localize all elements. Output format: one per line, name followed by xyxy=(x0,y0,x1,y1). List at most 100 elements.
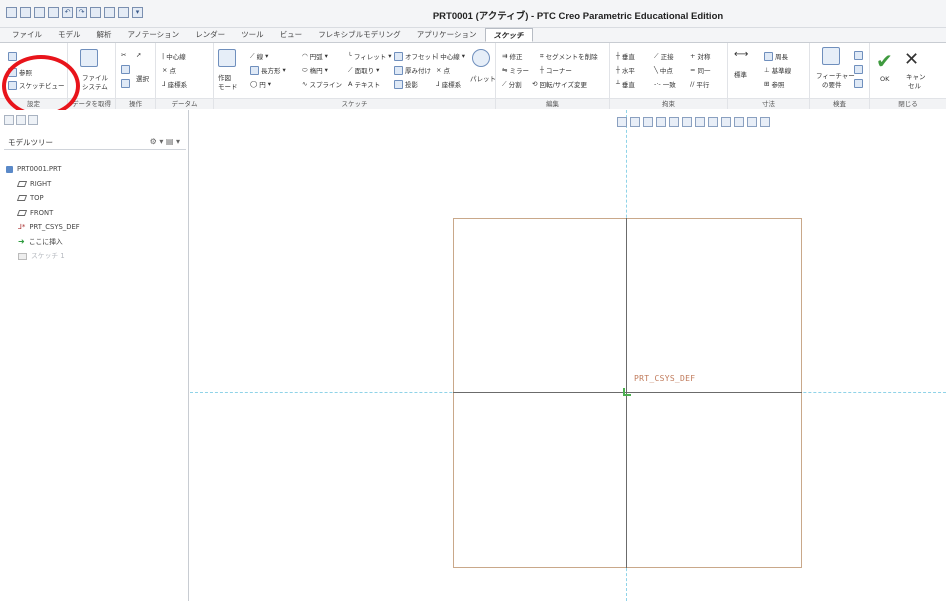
sketch-csys-button[interactable]: ⅃ 座標系 xyxy=(436,79,461,89)
select-button[interactable]: 選択 xyxy=(136,73,149,83)
baseline-button[interactable]: ⊥ 基準線 xyxy=(764,65,791,75)
favorites-tab-icon[interactable] xyxy=(28,115,38,125)
line-button[interactable]: ⟋ 線 ▾ xyxy=(250,51,268,62)
datum-csys-button[interactable]: ⅃ 座標系 xyxy=(162,79,187,89)
modify-button[interactable]: ⇉ 修正 xyxy=(502,51,522,61)
shade-closed-loops-icon[interactable] xyxy=(854,79,863,88)
model-tree: PRT0001.PRT RIGHT TOP FRONT ⅃* PRT_CSYS_D… xyxy=(6,162,80,264)
tab-flexible-modeling[interactable]: フレキシブルモデリング xyxy=(310,28,409,42)
spin-center-icon[interactable] xyxy=(734,117,744,127)
divide-icon: ⟋ xyxy=(502,79,507,88)
view-manager-icon[interactable] xyxy=(695,117,705,127)
palette-icon[interactable] xyxy=(472,49,490,67)
sketch-centerline-button[interactable]: | 中心線 ▾ xyxy=(436,51,465,61)
model-tree-tab-icon[interactable] xyxy=(4,115,14,125)
zoom-out-icon[interactable] xyxy=(643,117,653,127)
tree-item-csys[interactable]: ⅃* PRT_CSYS_DEF xyxy=(6,220,80,235)
highlight-open-ends-icon[interactable] xyxy=(854,65,863,74)
tree-settings-icon[interactable]: ⚙ ▾ ▤ ▾ xyxy=(150,137,180,146)
tab-annotate[interactable]: アノテーション xyxy=(120,28,188,42)
tab-model[interactable]: モデル xyxy=(50,28,89,42)
arc-button[interactable]: ◠ 円弧 ▾ xyxy=(302,51,328,61)
datum-point-button[interactable]: × 点 xyxy=(162,65,176,75)
perimeter-button[interactable]: 周長 xyxy=(764,51,788,61)
project-button[interactable]: 投影 xyxy=(394,79,418,89)
tree-item-insert-here[interactable]: ➜ ここに挿入 xyxy=(6,235,80,250)
divide-button[interactable]: ⟋ 分割 xyxy=(502,79,522,90)
modify-icon: ⇉ xyxy=(502,52,508,60)
ellipse-button[interactable]: ⬭ 楕円 ▾ xyxy=(302,65,328,76)
paste-icon[interactable] xyxy=(121,79,130,88)
sketch-view-orient-icon[interactable] xyxy=(760,117,770,127)
copy-icon[interactable] xyxy=(121,65,130,74)
construction-mode-icon[interactable] xyxy=(218,49,236,67)
midpoint-constraint-button[interactable]: ╲ 中点 xyxy=(654,65,673,75)
equal-constraint-button[interactable]: = 同一 xyxy=(690,65,710,75)
tree-item-front[interactable]: FRONT xyxy=(6,206,80,221)
offset-button[interactable]: オフセット xyxy=(394,51,438,61)
cancel-label-2[interactable]: セル xyxy=(908,80,921,90)
horizontal-constraint-button[interactable]: ┼ 水平 xyxy=(616,65,635,75)
palette-label[interactable]: パレット xyxy=(470,73,496,83)
tab-render[interactable]: レンダー xyxy=(187,28,233,42)
delete-segment-button[interactable]: ⌗ セグメントを削除 xyxy=(540,51,598,62)
cancel-x-icon[interactable]: ✕ xyxy=(904,49,919,70)
repaint-icon[interactable] xyxy=(656,117,666,127)
symmetric-constraint-button[interactable]: + 対称 xyxy=(690,51,710,61)
ok-button[interactable]: OK xyxy=(880,75,889,83)
tab-analysis[interactable]: 解析 xyxy=(89,28,120,42)
vertical-constraint-button[interactable]: ┼ 垂直 xyxy=(616,51,635,61)
text-button[interactable]: A テキスト xyxy=(348,79,380,89)
tree-item-sketch[interactable]: スケッチ 1 xyxy=(6,249,80,264)
rectangle-button[interactable]: 長方形 ▾ xyxy=(250,65,286,75)
zoom-in-icon[interactable] xyxy=(630,117,640,127)
select-arrow-icon[interactable]: ➚ xyxy=(136,51,141,59)
delete-segment-icon: ⌗ xyxy=(540,51,544,60)
sketch-setup-icon xyxy=(8,52,17,61)
overlapping-geometry-icon[interactable] xyxy=(854,51,863,60)
construction-mode-label-2[interactable]: モード xyxy=(218,81,238,91)
normal-dimension-button[interactable]: 標準 xyxy=(734,69,747,79)
thicken-button[interactable]: 厚み付け xyxy=(394,65,431,75)
group-constrain: ┼ 垂直 ⟋ 正接 + 対称 ┼ 水平 ╲ 中点 = 同一 ┴ 垂直 -·- 一致 //平行 拘… xyxy=(610,43,728,109)
refit-icon[interactable] xyxy=(617,117,627,127)
tab-tools[interactable]: ツール xyxy=(233,28,272,42)
ok-checkmark-icon[interactable]: ✔ xyxy=(876,49,893,73)
perpendicular-constraint-button[interactable]: ┴ 垂直 xyxy=(616,79,635,89)
file-system-icon[interactable] xyxy=(80,49,98,67)
annotation-display-icon[interactable] xyxy=(721,117,731,127)
tab-view[interactable]: ビュー xyxy=(272,28,311,42)
tangent-constraint-button[interactable]: ⟋ 正接 xyxy=(654,51,674,62)
tab-file[interactable]: ファイル xyxy=(4,28,50,42)
tab-applications[interactable]: アプリケーション xyxy=(409,28,485,42)
spline-button[interactable]: ∿ スプライン xyxy=(302,79,342,89)
datum-centerline-button[interactable]: | 中心線 xyxy=(162,51,186,61)
datum-display-icon[interactable] xyxy=(708,117,718,127)
folder-browser-tab-icon[interactable] xyxy=(16,115,26,125)
sketch-setup-button[interactable] xyxy=(8,52,17,61)
tree-item-top[interactable]: TOP xyxy=(6,191,80,206)
chamfer-button[interactable]: ⟋ 面取り ▾ xyxy=(348,65,379,76)
fillet-button[interactable]: ╰ フィレット ▾ xyxy=(348,51,392,61)
parallel-constraint-button[interactable]: //平行 xyxy=(690,79,709,89)
feature-requirements-icon[interactable] xyxy=(822,47,840,65)
corner-button[interactable]: ┼ コーナー xyxy=(540,65,572,75)
tree-item-right[interactable]: RIGHT xyxy=(6,177,80,192)
coincident-constraint-button[interactable]: -·- 一致 xyxy=(654,79,676,89)
circle-button[interactable]: ◯ 円 ▾ xyxy=(250,79,271,89)
feature-requirements-label-2[interactable]: の要件 xyxy=(822,79,842,89)
cut-icon[interactable]: ✂ xyxy=(121,51,126,59)
tree-item-part[interactable]: PRT0001.PRT xyxy=(6,162,80,177)
file-system-label-2[interactable]: システム xyxy=(82,81,108,91)
reference-dimension-button[interactable]: ⊞ 参照 xyxy=(764,79,784,89)
group-inspect: フィーチャー の要件 検査 xyxy=(810,43,870,109)
graphics-area[interactable]: PRT_CSYS_DEF xyxy=(190,110,946,601)
rotate-resize-button[interactable]: ⟲ 回転/サイズ変更 xyxy=(532,79,587,89)
dimension-icon[interactable]: ⟷ xyxy=(734,49,748,60)
display-style-icon[interactable] xyxy=(669,117,679,127)
sketcher-display-icon[interactable] xyxy=(747,117,757,127)
mirror-button[interactable]: ⇋ ミラー xyxy=(502,65,529,75)
tab-sketch[interactable]: スケッチ xyxy=(484,28,533,42)
sketch-point-button[interactable]: × 点 xyxy=(436,65,450,75)
saved-orientations-icon[interactable] xyxy=(682,117,692,127)
